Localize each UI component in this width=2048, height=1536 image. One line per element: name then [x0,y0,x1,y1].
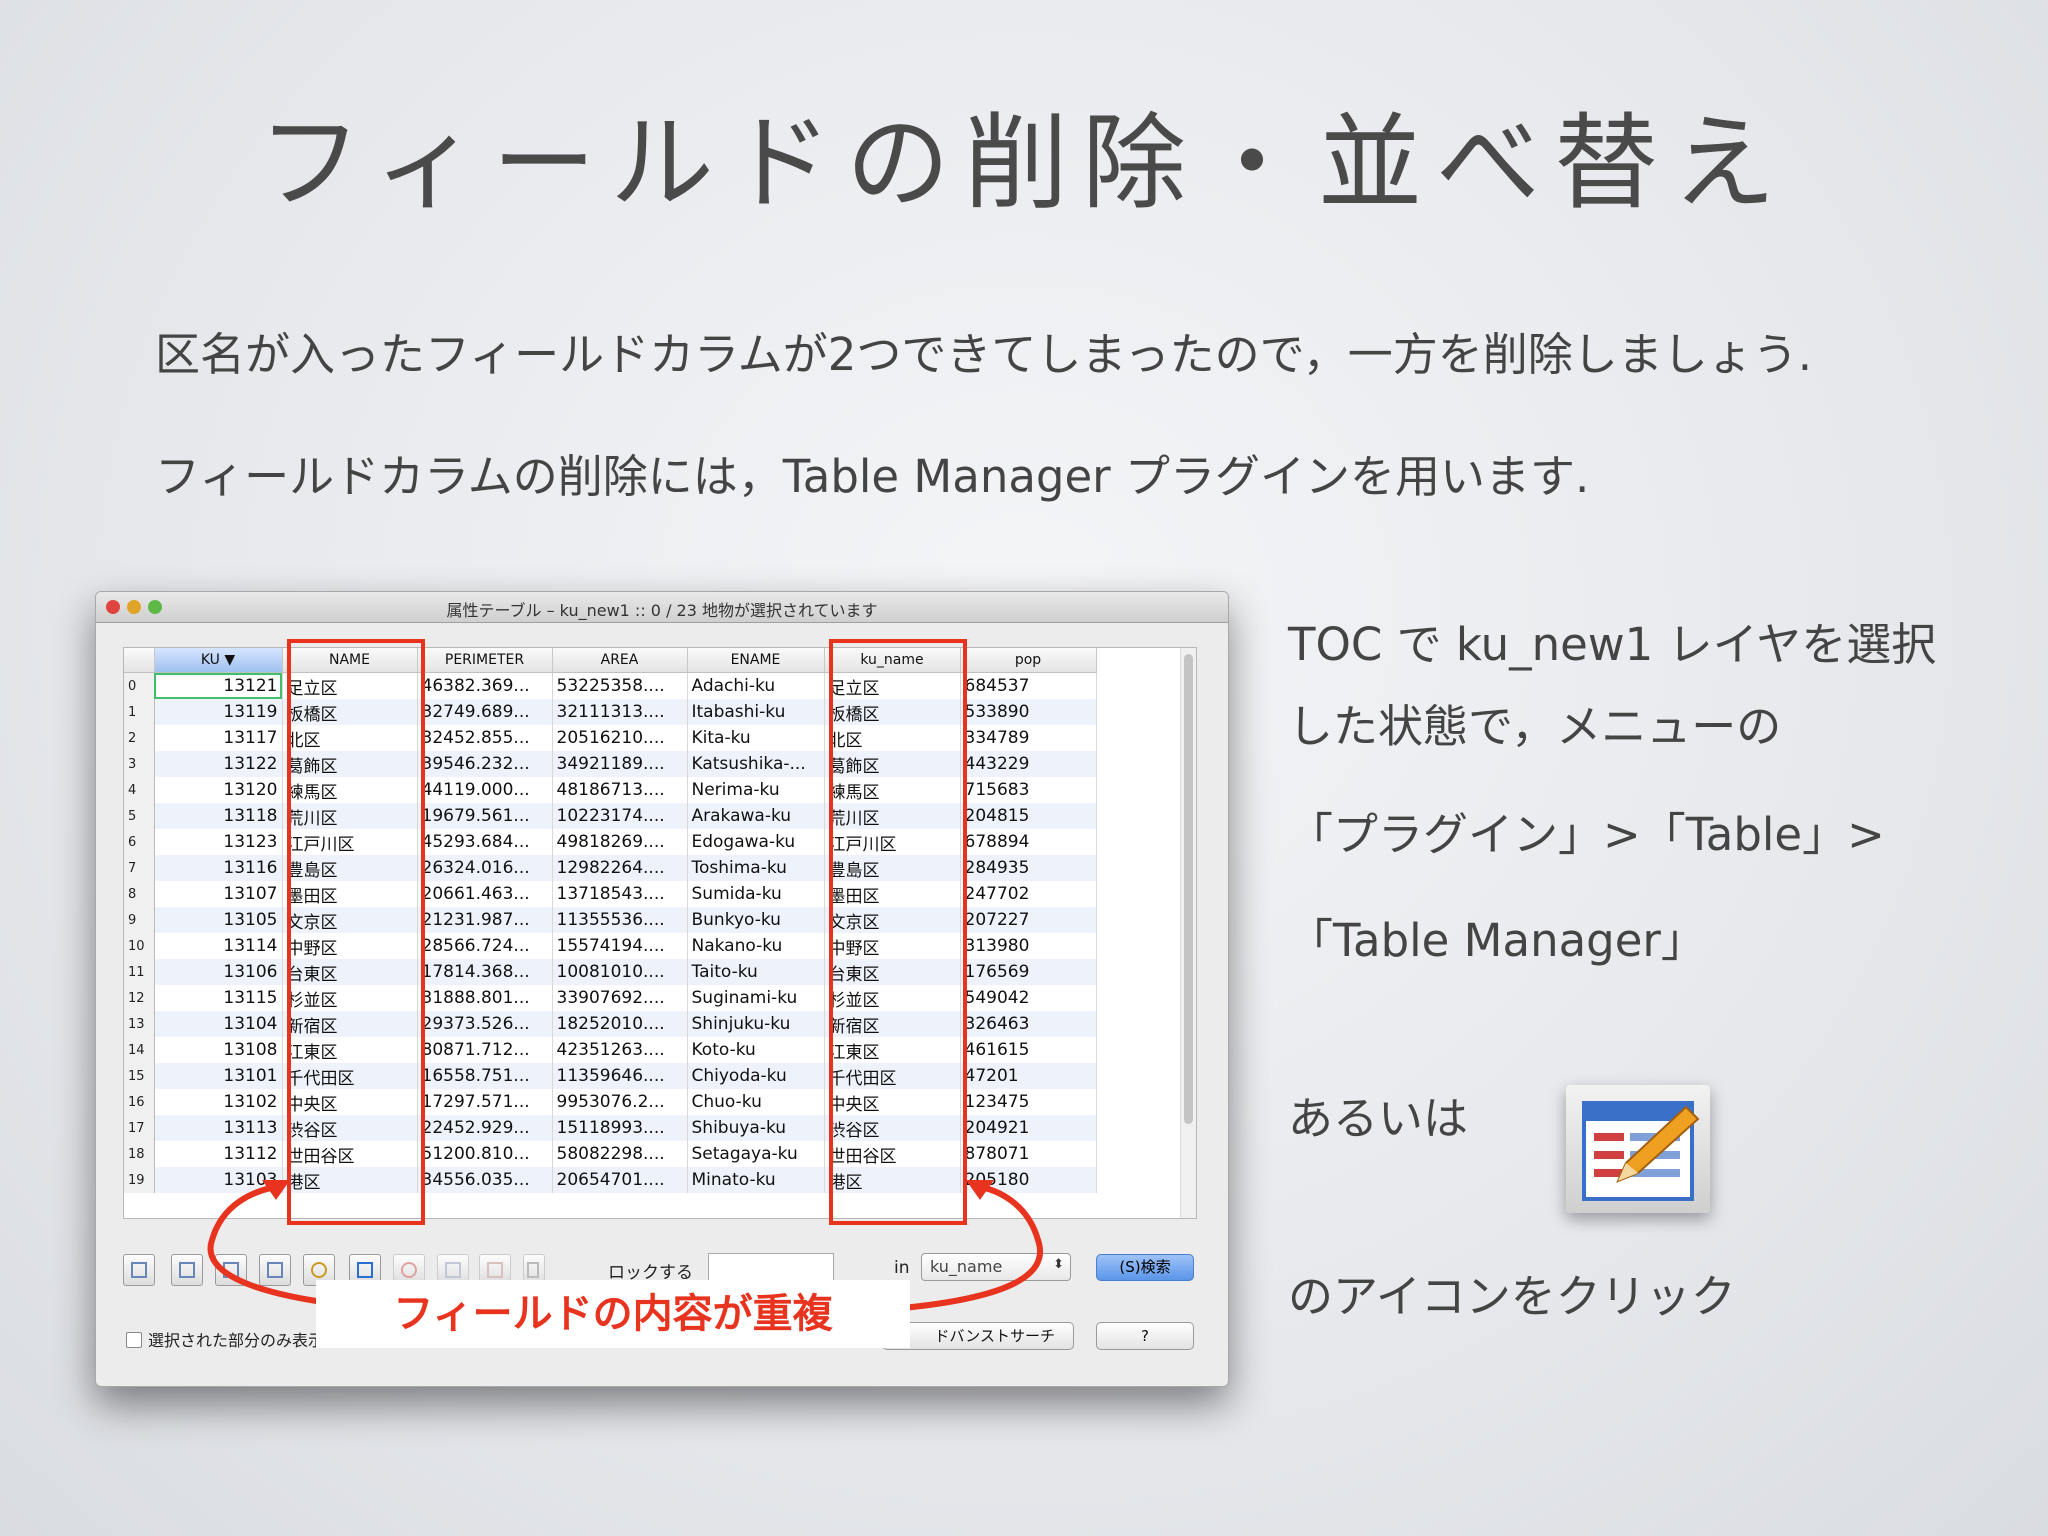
callout-arrows [207,1180,1043,1313]
click-icon-instruction: のアイコンをクリック [1288,1270,1736,1323]
duplicate-content-callout: フィールドの内容が重複 [316,1280,910,1348]
instruction-line-3: 「プラグイン」>「Table」> [1288,808,1885,861]
instruction-line-4: 「Table Manager」 [1288,914,1706,967]
alternative-label: あるいは [1288,1092,1469,1145]
instruction-line-2: した状態で，メニューの [1288,700,1782,753]
instruction-line-1: TOC で ku_new1 レイヤを選択 [1288,618,1937,671]
table-manager-plugin-icon [1566,1085,1710,1213]
